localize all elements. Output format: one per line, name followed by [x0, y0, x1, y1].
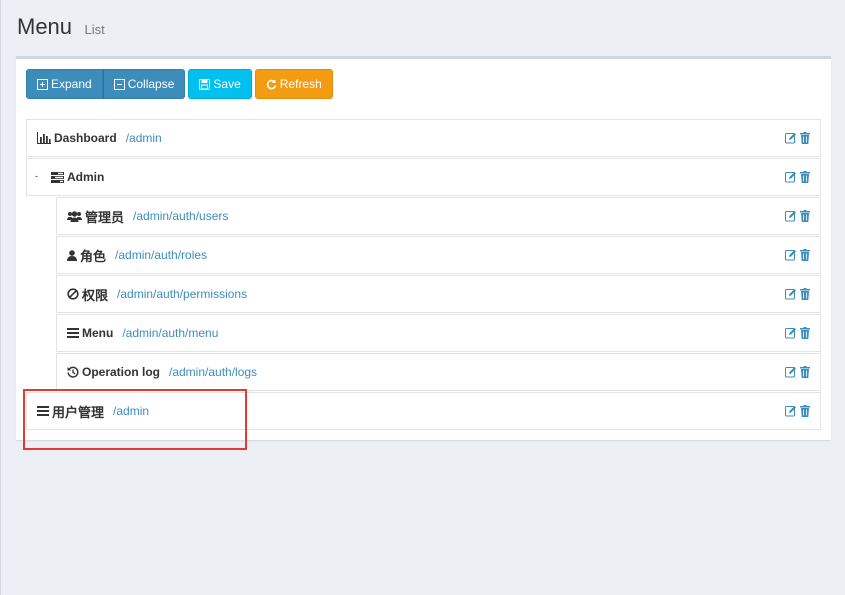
menu-item-title: 权限: [67, 285, 108, 304]
expand-button[interactable]: Expand: [26, 69, 103, 99]
edit-icon[interactable]: [785, 288, 797, 300]
history-icon: [67, 366, 79, 378]
edit-icon[interactable]: [785, 132, 797, 144]
menu-item-path: /admin/auth/roles: [115, 248, 208, 262]
menu-item-path: /admin: [113, 404, 150, 418]
edit-icon[interactable]: [785, 249, 797, 261]
refresh-icon: [266, 79, 277, 89]
menu-item-title: 管理员: [67, 207, 124, 226]
edit-icon[interactable]: [785, 210, 797, 222]
menu-item-label: Menu: [82, 326, 114, 340]
tasks-icon: [51, 171, 64, 183]
menu-item-label: 用户管理: [52, 404, 105, 420]
menu-item-path: /admin/auth/permissions: [117, 287, 248, 301]
menu-item-label: Admin: [67, 170, 105, 184]
menu-item-path: /admin/auth/users: [133, 209, 229, 223]
bars-icon: [37, 406, 49, 416]
menu-item-title: Operation log: [67, 365, 160, 379]
trash-icon[interactable]: [800, 327, 810, 339]
trash-icon[interactable]: [800, 171, 810, 183]
edit-icon[interactable]: [785, 327, 797, 339]
trash-icon[interactable]: [800, 405, 810, 417]
menu-item-users[interactable]: 管理员 /admin/auth/users: [56, 197, 821, 235]
menu-item-user-management[interactable]: 用户管理 /admin: [26, 392, 821, 430]
row-actions: [785, 132, 810, 144]
menu-item-label: 权限: [82, 287, 109, 303]
menu-item-operation-log[interactable]: Operation log /admin/auth/logs: [56, 353, 821, 391]
edit-icon[interactable]: [785, 366, 797, 378]
menu-item-label: 角色: [80, 248, 107, 264]
menu-item-label: Dashboard: [54, 131, 117, 145]
menu-item-title: Dashboard: [37, 131, 117, 145]
menu-item-path: /admin/auth/logs: [169, 365, 258, 379]
expand-label: Expand: [51, 77, 92, 91]
row-actions: [785, 249, 810, 261]
bar-chart-icon: [37, 132, 51, 144]
menu-item-path: /admin/auth/menu: [122, 326, 219, 340]
refresh-button[interactable]: Refresh: [254, 69, 333, 99]
page-title: Menu: [17, 14, 73, 39]
trash-icon[interactable]: [800, 210, 810, 222]
edit-icon[interactable]: [785, 171, 797, 183]
menu-item-menu[interactable]: Menu /admin/auth/menu: [56, 314, 821, 352]
save-icon: [199, 78, 211, 90]
row-actions: [785, 210, 810, 222]
menu-item-label: 管理员: [85, 209, 125, 225]
menu-item-admin[interactable]: - Admin: [26, 158, 821, 196]
row-actions: [785, 171, 810, 183]
trash-icon[interactable]: [800, 288, 810, 300]
menu-tree: Dashboard /admin - Admin 管理员 /admin/auth…: [26, 119, 821, 431]
plus-square-icon: [37, 78, 48, 90]
ban-icon: [67, 288, 79, 300]
row-actions: [785, 405, 810, 417]
toolbar: Expand Collapse Save Refresh: [26, 69, 333, 99]
menu-item-label: Operation log: [82, 365, 160, 379]
user-icon: [67, 249, 77, 261]
save-button[interactable]: Save: [188, 69, 252, 99]
trash-icon[interactable]: [800, 132, 810, 144]
collapse-button[interactable]: Collapse: [102, 69, 186, 99]
save-label: Save: [213, 77, 241, 91]
edit-icon[interactable]: [785, 405, 797, 417]
menu-box: Expand Collapse Save Refresh Dashboard /…: [16, 56, 831, 440]
trash-icon[interactable]: [800, 249, 810, 261]
page-subtitle: List: [84, 22, 105, 37]
menu-item-dashboard[interactable]: Dashboard /admin: [26, 119, 821, 157]
users-icon: [67, 210, 82, 222]
menu-item-title: Admin: [51, 170, 104, 184]
trash-icon[interactable]: [800, 366, 810, 378]
refresh-label: Refresh: [279, 77, 322, 91]
collapse-toggle[interactable]: -: [35, 172, 38, 181]
menu-item-title: 用户管理: [37, 402, 104, 421]
menu-item-title: Menu: [67, 326, 113, 340]
menu-item-title: 角色: [67, 246, 106, 265]
minus-square-icon: [113, 78, 125, 90]
row-actions: [785, 288, 810, 300]
row-actions: [785, 327, 810, 339]
page-header: Menu List: [17, 14, 105, 40]
menu-item-permissions[interactable]: 权限 /admin/auth/permissions: [56, 275, 821, 313]
collapse-label: Collapse: [127, 77, 175, 91]
bars-icon: [67, 328, 79, 338]
menu-item-roles[interactable]: 角色 /admin/auth/roles: [56, 236, 821, 274]
menu-item-path: /admin: [125, 131, 162, 145]
row-actions: [785, 366, 810, 378]
